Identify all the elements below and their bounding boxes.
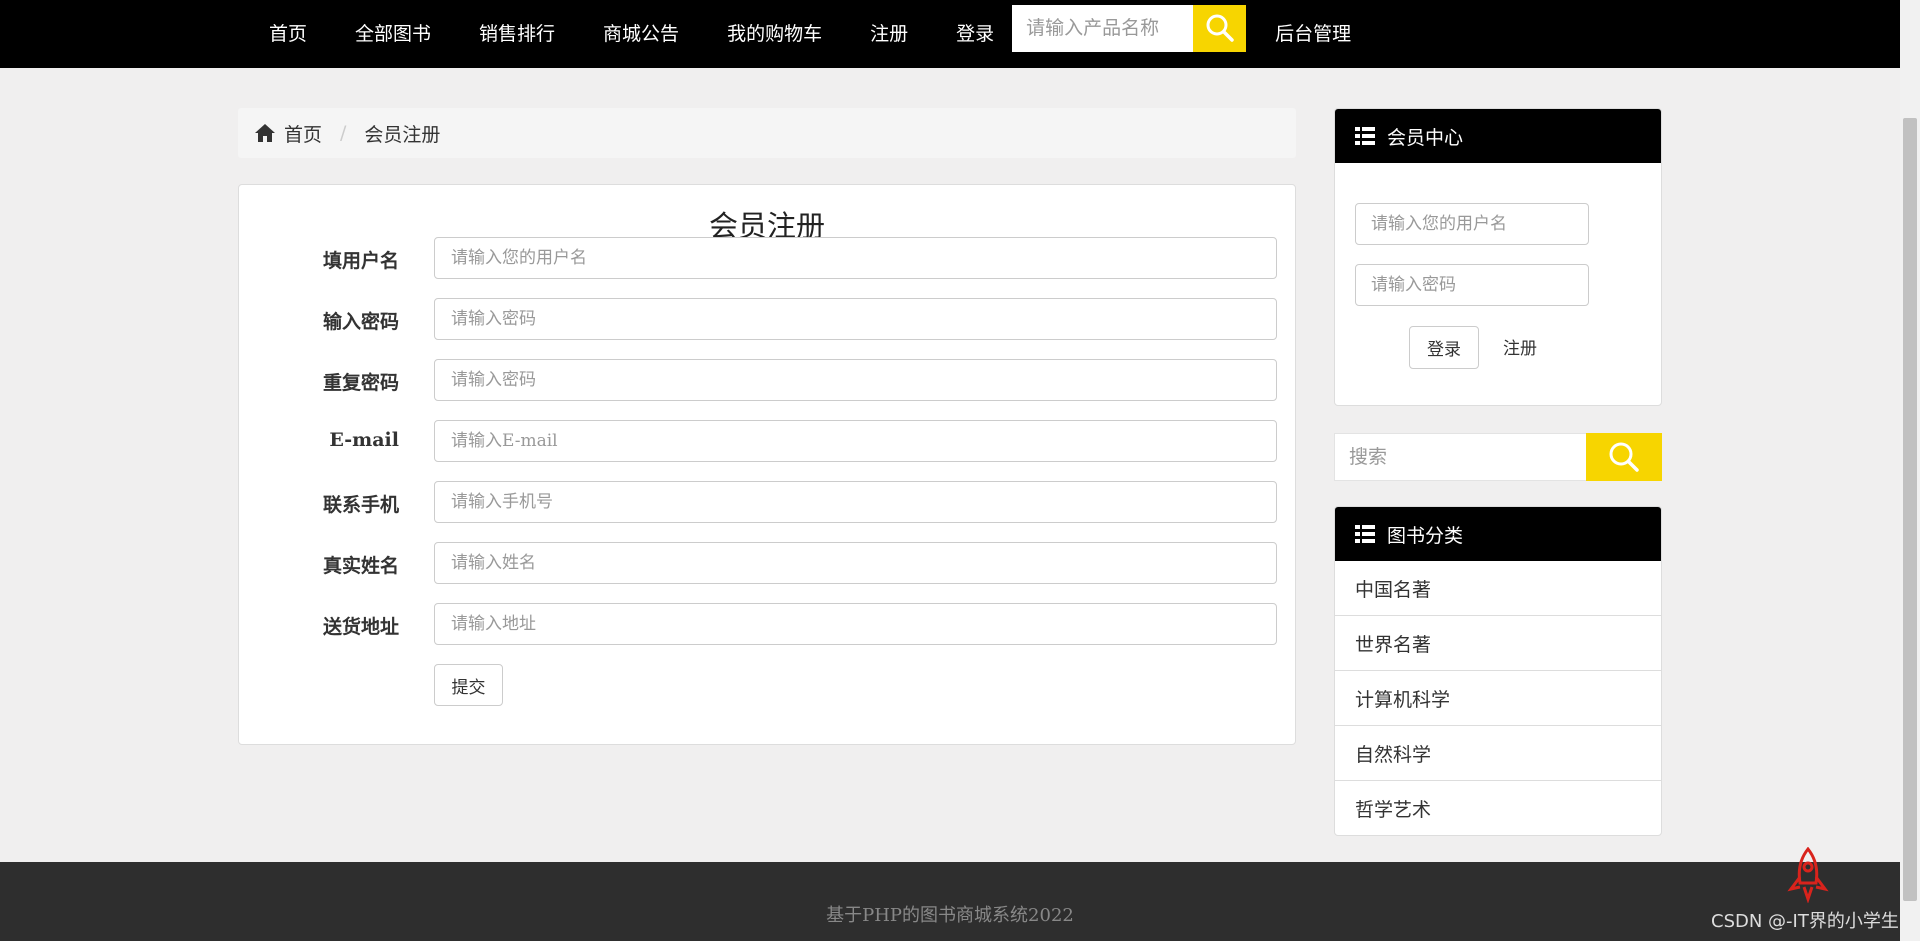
scrollbar[interactable] bbox=[1900, 0, 1920, 941]
email-label: E-mail bbox=[329, 429, 399, 451]
list-icon bbox=[1355, 127, 1375, 145]
search-icon bbox=[1206, 14, 1234, 42]
nav-search bbox=[1012, 4, 1247, 52]
sidebar-search-button[interactable] bbox=[1586, 433, 1662, 481]
member-center-title: 会员中心 bbox=[1387, 126, 1464, 149]
search-icon bbox=[1609, 442, 1639, 472]
category-item-world-classics[interactable]: 世界名著 bbox=[1335, 616, 1661, 671]
footer-text: 基于PHP的图书商城系统2022 bbox=[826, 905, 1074, 926]
address-input[interactable] bbox=[434, 603, 1277, 645]
nav-item-sales-ranking[interactable]: 销售排行 bbox=[455, 6, 579, 62]
sidebar-search bbox=[1334, 433, 1662, 481]
breadcrumb-separator: / bbox=[340, 122, 347, 144]
top-navbar: 首页 全部图书 销售排行 商城公告 我的购物车 注册 登录 后台管理 bbox=[0, 0, 1900, 68]
list-icon bbox=[1355, 525, 1375, 543]
nav-item-register[interactable]: 注册 bbox=[846, 6, 932, 62]
realname-label: 真实姓名 bbox=[322, 555, 399, 577]
member-center-box: 会员中心 登录 注册 bbox=[1334, 108, 1662, 406]
phone-input[interactable] bbox=[434, 481, 1277, 523]
member-center-header: 会员中心 bbox=[1335, 109, 1661, 163]
category-item-computer-science[interactable]: 计算机科学 bbox=[1335, 671, 1661, 726]
footer: 基于PHP的图书商城系统2022 bbox=[0, 862, 1900, 941]
username-label: 填用户名 bbox=[322, 250, 399, 272]
sidebar-search-input[interactable] bbox=[1334, 433, 1586, 481]
form-row-phone: 联系手机 bbox=[239, 481, 1295, 523]
nav-item-admin[interactable]: 后台管理 bbox=[1251, 6, 1375, 62]
nav-item-announcements[interactable]: 商城公告 bbox=[579, 6, 703, 62]
watermark: CSDN @-IT界的小学生 bbox=[1711, 911, 1899, 932]
register-link[interactable]: 注册 bbox=[1503, 334, 1537, 359]
scrollbar-thumb[interactable] bbox=[1903, 118, 1917, 901]
nav-search-button[interactable] bbox=[1193, 4, 1247, 52]
address-label: 送货地址 bbox=[322, 616, 399, 638]
home-icon bbox=[255, 124, 275, 142]
form-row-address: 送货地址 bbox=[239, 603, 1295, 645]
member-username-input[interactable] bbox=[1355, 203, 1589, 245]
nav-item-cart[interactable]: 我的购物车 bbox=[703, 6, 846, 62]
realname-input[interactable] bbox=[434, 542, 1277, 584]
form-row-username: 填用户名 bbox=[239, 237, 1295, 279]
category-item-philosophy-art[interactable]: 哲学艺术 bbox=[1335, 781, 1661, 835]
repeat-password-input[interactable] bbox=[434, 359, 1277, 401]
register-panel: 会员注册 填用户名 输入密码 重复密码 E-mail 联系手机 真实姓名 送货地… bbox=[238, 184, 1296, 745]
username-input[interactable] bbox=[434, 237, 1277, 279]
form-row-repeat-password: 重复密码 bbox=[239, 359, 1295, 401]
breadcrumb: 首页 / 会员注册 bbox=[238, 108, 1296, 158]
login-button[interactable]: 登录 bbox=[1409, 326, 1479, 369]
member-password-input[interactable] bbox=[1355, 264, 1589, 306]
categories-header: 图书分类 bbox=[1335, 507, 1661, 561]
category-item-chinese-classics[interactable]: 中国名著 bbox=[1335, 561, 1661, 616]
category-item-natural-science[interactable]: 自然科学 bbox=[1335, 726, 1661, 781]
repeat-password-label: 重复密码 bbox=[322, 372, 399, 394]
phone-label: 联系手机 bbox=[322, 494, 399, 516]
nav-item-all-books[interactable]: 全部图书 bbox=[331, 6, 455, 62]
nav-search-input[interactable] bbox=[1012, 4, 1194, 52]
password-input[interactable] bbox=[434, 298, 1277, 340]
breadcrumb-current: 会员注册 bbox=[364, 123, 441, 146]
breadcrumb-home[interactable]: 首页 bbox=[254, 120, 322, 147]
form-row-password: 输入密码 bbox=[239, 298, 1295, 340]
form-row-realname: 真实姓名 bbox=[239, 542, 1295, 584]
nav-item-login[interactable]: 登录 bbox=[932, 6, 1012, 62]
nav-item-home[interactable]: 首页 bbox=[245, 6, 331, 62]
nav-menu: 首页 全部图书 销售排行 商城公告 我的购物车 注册 登录 后台管理 bbox=[245, 0, 1375, 68]
categories-box: 图书分类 中国名著 世界名著 计算机科学 自然科学 哲学艺术 bbox=[1334, 506, 1662, 836]
form-row-email: E-mail bbox=[239, 420, 1295, 462]
categories-title: 图书分类 bbox=[1387, 524, 1464, 547]
email-input[interactable] bbox=[434, 420, 1277, 462]
password-label: 输入密码 bbox=[322, 311, 399, 333]
breadcrumb-home-label: 首页 bbox=[284, 123, 323, 146]
submit-button[interactable]: 提交 bbox=[434, 664, 503, 706]
rocket-icon bbox=[1783, 846, 1833, 907]
